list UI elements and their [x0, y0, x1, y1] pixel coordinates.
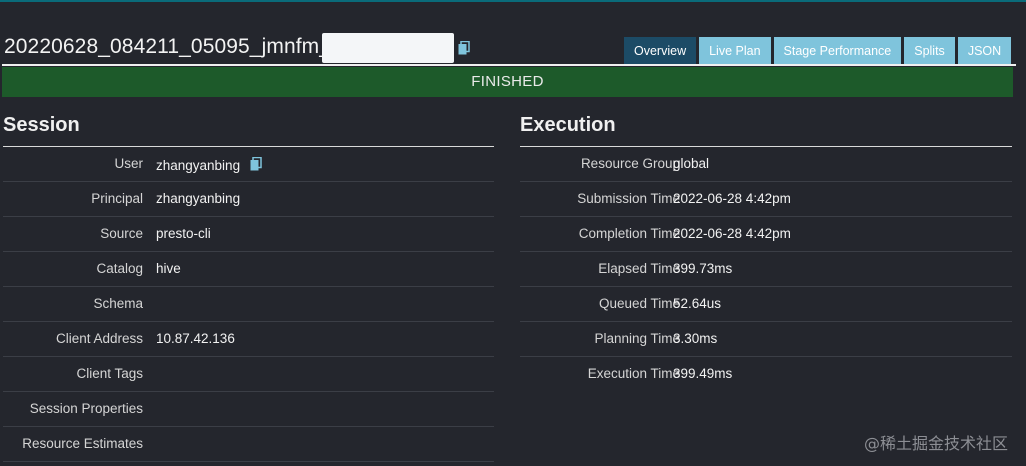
copy-user-icon[interactable]	[250, 156, 262, 171]
row-label: Source	[100, 226, 143, 241]
execution-row-completion-time: Completion Time 2022-06-28 4:42pm	[520, 217, 1012, 252]
tab-json[interactable]: JSON	[957, 37, 1012, 65]
row-value: 399.49ms	[673, 366, 733, 381]
execution-row-resource-group: Resource Group global	[520, 147, 1012, 182]
row-value: zhangyanbing	[156, 156, 262, 173]
session-row-client-tags: Client Tags	[3, 357, 494, 392]
execution-row-planning-time: Planning Time 3.30ms	[520, 322, 1012, 357]
row-value: 399.73ms	[673, 261, 733, 276]
row-label: Elapsed Time	[598, 261, 680, 276]
header-divider	[2, 64, 1016, 66]
redacted-query-suffix	[322, 33, 454, 63]
tab-live-plan[interactable]: Live Plan	[699, 37, 771, 65]
row-label: Client Tags	[76, 366, 143, 381]
execution-row-submission-time: Submission Time 2022-06-28 4:42pm	[520, 182, 1012, 217]
execution-section-title: Execution	[520, 114, 616, 136]
row-label: Schema	[93, 296, 143, 311]
tab-splits[interactable]: Splits	[904, 37, 955, 65]
row-label: Client Address	[55, 331, 143, 346]
execution-row-execution-time: Execution Time 399.49ms	[520, 357, 1012, 391]
row-value: 3.30ms	[673, 331, 718, 346]
row-value: hive	[156, 261, 181, 276]
session-row-user: User zhangyanbing	[3, 147, 494, 182]
row-value: 2022-06-28 4:42pm	[673, 226, 791, 241]
execution-row-elapsed-time: Elapsed Time 399.73ms	[520, 252, 1012, 287]
row-value: 10.87.42.136	[156, 331, 235, 346]
row-label: Principal	[91, 191, 143, 206]
session-row-client-address: Client Address 10.87.42.136	[3, 322, 494, 357]
query-tabs: Overview Live Plan Stage Performance Spl…	[624, 37, 1012, 65]
session-row-source: Source presto-cli	[3, 217, 494, 252]
row-value: presto-cli	[156, 226, 211, 241]
row-label: Planning Time	[594, 331, 680, 346]
tab-overview[interactable]: Overview	[624, 37, 697, 65]
execution-row-queued-time: Queued Time 52.64us	[520, 287, 1012, 322]
row-value: zhangyanbing	[156, 191, 241, 206]
session-table: User zhangyanbing Principal zhangyanbing…	[3, 147, 494, 462]
row-label: Execution Time	[587, 366, 680, 381]
session-section-title: Session	[3, 114, 80, 136]
query-state-bar: FINISHED	[2, 67, 1013, 97]
row-label: User	[114, 156, 143, 171]
watermark: @稀土掘金技术社区	[863, 434, 1008, 453]
row-label: Completion Time	[578, 226, 680, 241]
row-value: global	[673, 156, 710, 171]
row-label: Queued Time	[598, 296, 680, 311]
row-label: Resource Group	[580, 156, 680, 171]
session-row-principal: Principal zhangyanbing	[3, 182, 494, 217]
query-id: 20220628_084211_05095_jmnfm_	[4, 35, 332, 58]
session-row-session-properties: Session Properties	[3, 392, 494, 427]
row-value: 2022-06-28 4:42pm	[673, 191, 791, 206]
execution-table: Resource Group global Submission Time 20…	[520, 147, 1012, 391]
user-value: zhangyanbing	[156, 158, 241, 173]
row-label: Resource Estimates	[22, 436, 143, 451]
row-value: 52.64us	[673, 296, 722, 311]
row-label: Submission Time	[577, 191, 680, 206]
top-accent-line	[0, 0, 1026, 2]
session-row-catalog: Catalog hive	[3, 252, 494, 287]
tab-stage-performance[interactable]: Stage Performance	[773, 37, 902, 65]
session-row-schema: Schema	[3, 287, 494, 322]
copy-query-id-icon[interactable]	[458, 40, 470, 55]
session-row-resource-estimates: Resource Estimates	[3, 427, 494, 462]
row-label: Session Properties	[29, 401, 143, 416]
row-label: Catalog	[96, 261, 143, 276]
